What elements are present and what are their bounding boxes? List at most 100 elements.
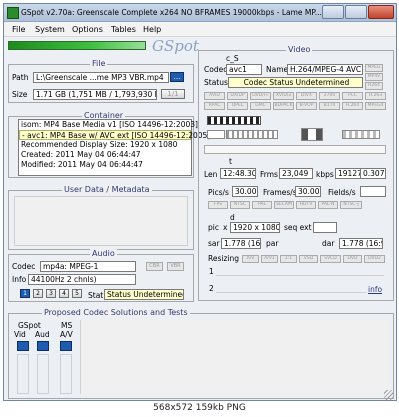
- browse-button[interactable]: ...: [170, 72, 184, 82]
- flag-h264: H.264: [342, 102, 363, 110]
- resize-av1-button[interactable]: A/V1: [261, 255, 278, 263]
- fps-button[interactable]: FPS: [208, 201, 228, 209]
- flag-bvop: B-VOP: [296, 102, 317, 110]
- audio-stream-button-2[interactable]: 2: [33, 289, 43, 298]
- pics-label: Pics/s: [208, 188, 229, 197]
- av-result-column: [60, 354, 72, 394]
- resize-vsd-button[interactable]: VSD: [299, 255, 318, 263]
- resize-row-1: [216, 267, 384, 276]
- resize-av-button[interactable]: A/V: [242, 255, 259, 263]
- maximize-button[interactable]: [345, 5, 367, 19]
- sar-field: 1.778 (16:9): [221, 238, 261, 249]
- av-test-button[interactable]: [60, 341, 72, 351]
- proposed-results-area: [80, 320, 388, 394]
- fields-field: [360, 186, 386, 197]
- interlace-indicator: [301, 128, 323, 141]
- seq-ext-label: seq ext: [284, 223, 312, 232]
- menu-options[interactable]: Options: [72, 25, 103, 34]
- field-order-indicator: [342, 130, 380, 139]
- vbr-indicator: VBR: [167, 262, 184, 271]
- frames-label: Frames/s: [263, 188, 297, 197]
- resize-dvd-button[interactable]: DVD: [343, 255, 362, 263]
- pal-button[interactable]: PAL: [252, 201, 272, 209]
- resize-grip[interactable]: [384, 390, 394, 400]
- cs-label: c_S: [226, 54, 239, 63]
- flag-bdpack: BDPACK: [273, 102, 294, 110]
- resize-svcd-button[interactable]: SVCD: [320, 255, 341, 263]
- ms-label: MS: [61, 321, 73, 330]
- video-section-title: Video: [286, 45, 313, 54]
- seq-ext-field: [313, 222, 337, 233]
- image-caption: 568x572 159kb PNG: [153, 403, 246, 413]
- flag-b170: B170: [319, 102, 340, 110]
- audio-codec-field: mp4a: MPEG-1: [40, 261, 136, 272]
- resize-row-2: [216, 284, 366, 293]
- kbps-field: 19127: [335, 168, 361, 179]
- flag-dvdff: DVD/FF: [250, 92, 271, 100]
- container-line: Modified: 2011 May 04 06:44:47: [21, 160, 143, 169]
- audio-stream-button-5[interactable]: 5: [72, 289, 82, 298]
- userdata-area[interactable]: [14, 196, 188, 246]
- flag-gmc: GMC: [250, 102, 271, 110]
- proposed-section-title: Proposed Codec Solutions and Tests: [42, 308, 190, 317]
- container-list[interactable]: isom: MP4 Base Media v1 [ISO 14496-12:20…: [18, 119, 210, 176]
- vid-label: Vid: [14, 330, 26, 339]
- audio-stat-field: Status Undetermined: [104, 289, 184, 300]
- gop-structure-indicator: [207, 116, 261, 125]
- page-indicator: 1/1: [161, 89, 185, 99]
- secam-button[interactable]: SECAM: [274, 201, 294, 209]
- menu-tables[interactable]: Tables: [111, 25, 136, 34]
- hdtv-button[interactable]: HDTV: [296, 201, 316, 209]
- resize-row-1-label: 1: [209, 267, 214, 276]
- container-line: Recommended Display Size: 1920 x 1080: [21, 140, 178, 149]
- ntsc-button[interactable]: NTSC: [230, 201, 250, 209]
- resize-button-row: A/V A/V1 1:1 VSD SVCD DVD DVD2: [242, 255, 386, 264]
- flag-dxdp: DX/DP: [227, 92, 248, 100]
- cbr-indicator: CBR: [146, 262, 163, 271]
- menu-system[interactable]: System: [35, 25, 65, 34]
- menu-file[interactable]: File: [12, 25, 25, 34]
- audio-section-title: Audio: [90, 249, 117, 258]
- userdata-section-title: User Data / Metadata: [62, 185, 152, 194]
- aud-label: Aud: [35, 330, 50, 339]
- ntscj-button[interactable]: NTSC-J: [340, 201, 362, 209]
- vid-result-column: [17, 354, 29, 394]
- path-field[interactable]: L:\Greenscale ...me MP3 VBR.mp4: [33, 72, 169, 83]
- info-link[interactable]: info: [368, 285, 382, 294]
- menu-help[interactable]: Help: [143, 25, 161, 34]
- mpeg-button[interactable]: MPEG: [365, 64, 383, 72]
- vid-test-button[interactable]: [17, 341, 29, 351]
- qf-field: 0.307: [360, 168, 386, 179]
- video-flag-grid: AVID DX/DP DVD/FF XVID/3 DIVX 2700 PCC H…: [204, 92, 392, 112]
- resize-dvd2-button[interactable]: DVD2: [364, 255, 385, 263]
- frms-label: Frms: [260, 170, 278, 179]
- flag-qpel: QPEL: [227, 102, 248, 110]
- bitrate-bar: [204, 145, 386, 154]
- audio-stream-button-3[interactable]: 3: [46, 289, 56, 298]
- pic-x-label: x: [223, 223, 228, 232]
- mp4v-button[interactable]: MP4V: [365, 73, 383, 81]
- video-codec-field: avc1: [226, 64, 262, 75]
- video-codec-label: Codec: [204, 65, 228, 74]
- paln-button[interactable]: PAL-N: [318, 201, 338, 209]
- audio-stream-button-4[interactable]: 4: [59, 289, 69, 298]
- audio-stat-label: Stat: [88, 291, 104, 300]
- h264-button[interactable]: H264: [365, 82, 383, 90]
- window-title: GSpot v2.70a: Greenscale Complete x264 N…: [21, 8, 322, 17]
- aud-test-button[interactable]: [37, 341, 49, 351]
- video-name-label: Name: [266, 65, 289, 74]
- pic-label: pic: [208, 223, 219, 232]
- close-button[interactable]: [368, 5, 394, 19]
- audio-stream-button-1[interactable]: 1: [20, 289, 30, 298]
- dar-label: dar: [322, 239, 335, 248]
- format-button-row: FPS NTSC PAL SECAM HDTV PAL-N NTSC-J: [208, 201, 388, 210]
- minimize-button[interactable]: [322, 5, 344, 19]
- size-field: 1.71 GB (1,751 MB / 1,793,930 KB: [33, 89, 157, 100]
- flag-divx: DIVX: [296, 92, 317, 100]
- gspot-label: GSpot: [18, 321, 41, 330]
- container-line: isom: MP4 Base Media v1 [ISO 14496-12:20…: [21, 120, 198, 129]
- resize-11-button[interactable]: 1:1: [280, 255, 297, 263]
- frame-type-indicator: [207, 130, 225, 139]
- container-line: Created: 2011 May 04 06:44:47: [21, 150, 141, 159]
- flag-2700: 2700: [319, 92, 340, 100]
